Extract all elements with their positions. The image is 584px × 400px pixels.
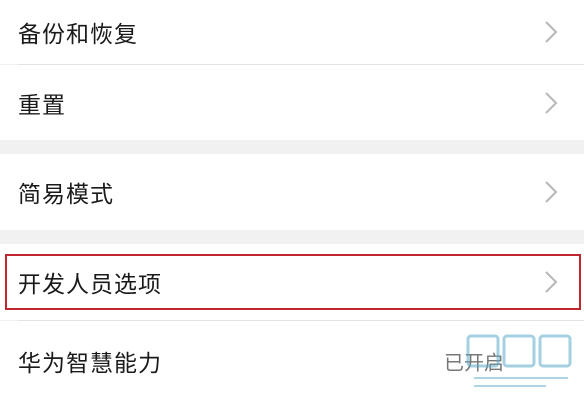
section-gap — [0, 140, 584, 154]
settings-item-label: 开发人员选项 — [18, 272, 162, 298]
item-status-text: 已开启 — [444, 350, 504, 374]
chevron-right-icon — [545, 271, 558, 293]
settings-item-huawei-smart-ability[interactable]: 华为智慧能力 已开启 — [0, 321, 584, 400]
settings-item-simple-mode[interactable]: 简易模式 — [0, 154, 584, 230]
settings-item-reset[interactable]: 重置 — [0, 65, 584, 140]
chevron-right-icon — [545, 181, 558, 203]
settings-item-label: 华为智慧能力 — [18, 350, 162, 377]
settings-item-label: 重置 — [18, 92, 66, 119]
settings-item-developer-options[interactable]: 开发人员选项 — [0, 244, 584, 320]
chevron-right-icon — [545, 91, 558, 114]
chevron-right-icon — [545, 21, 558, 43]
section-gap — [0, 230, 584, 244]
settings-item-label: 备份和恢复 — [18, 22, 138, 48]
settings-item-label: 简易模式 — [18, 182, 114, 208]
settings-item-backup-restore[interactable]: 备份和恢复 — [0, 0, 584, 64]
